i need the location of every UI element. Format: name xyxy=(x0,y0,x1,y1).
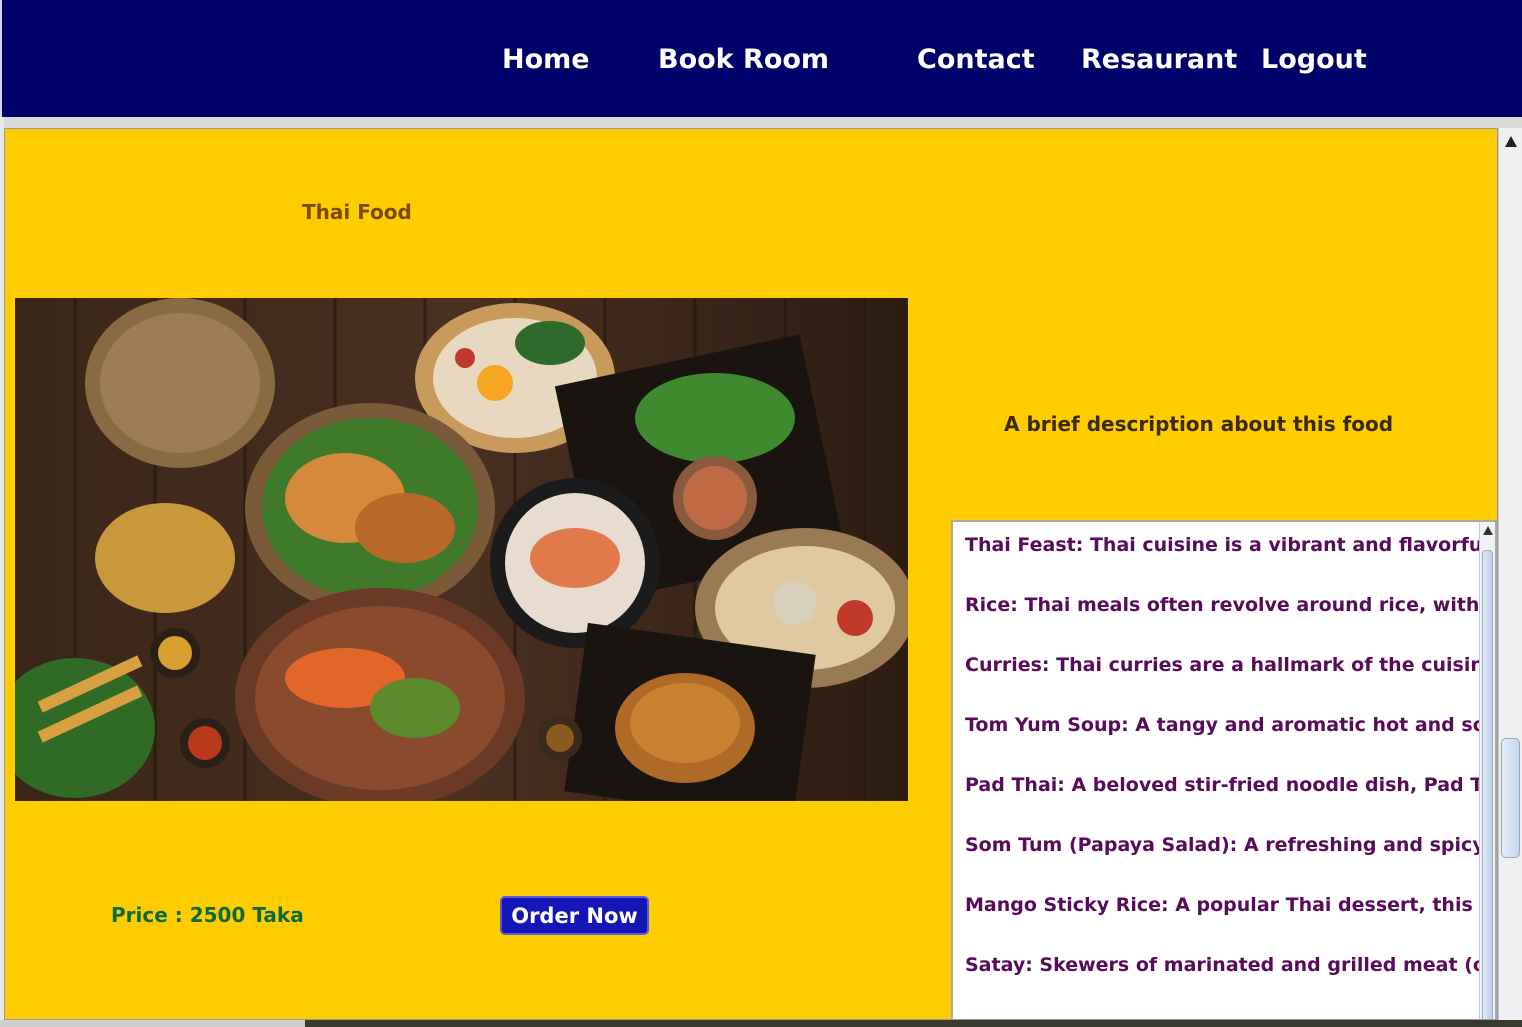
description-heading: A brief description about this food xyxy=(1004,412,1394,436)
description-line: Thai Feast: Thai cuisine is a vibrant an… xyxy=(965,534,1485,556)
food-title: Thai Food xyxy=(302,200,412,224)
order-now-button[interactable]: Order Now xyxy=(500,896,649,935)
description-line: Tom Yum Soup: A tangy and aromatic hot a… xyxy=(965,714,1485,736)
nav-book-room-link[interactable]: Book Room xyxy=(658,44,829,75)
description-line: Som Tum (Papaya Salad): A refreshing and… xyxy=(965,834,1485,856)
scroll-up-arrow-icon[interactable] xyxy=(1505,136,1517,147)
description-line: Rice: Thai meals often revolve around ri… xyxy=(965,594,1485,616)
scroll-up-arrow-icon[interactable] xyxy=(1483,526,1493,535)
description-lines: Thai Feast: Thai cuisine is a vibrant an… xyxy=(965,534,1485,1014)
nav-logout-link[interactable]: Logout xyxy=(1261,44,1367,75)
nav-home-link[interactable]: Home xyxy=(502,44,590,75)
page-scrollbar[interactable] xyxy=(1498,128,1522,1020)
description-scroll-thumb[interactable] xyxy=(1482,550,1493,1019)
description-line: Curries: Thai curries are a hallmark of … xyxy=(965,654,1485,676)
nav-contact-link[interactable]: Contact xyxy=(917,44,1035,75)
nav-restaurant-link[interactable]: Resaurant xyxy=(1081,44,1237,75)
description-line: Pad Thai: A beloved stir-fried noodle di… xyxy=(965,774,1485,796)
price-label: Price : 2500 Taka xyxy=(111,903,304,927)
page-scroll-thumb[interactable] xyxy=(1501,738,1520,858)
thai-food-platter-image xyxy=(15,298,908,801)
description-scrollbar[interactable] xyxy=(1479,522,1495,1019)
description-line: Satay: Skewers of marinated and grilled … xyxy=(965,954,1485,976)
food-detail-panel: Thai Food A brief description about this… xyxy=(4,128,1498,1020)
taskbar-strip-left xyxy=(0,1020,305,1027)
description-textarea[interactable]: Thai Feast: Thai cuisine is a vibrant an… xyxy=(951,520,1497,1019)
description-line: Mango Sticky Rice: A popular Thai desser… xyxy=(965,894,1485,916)
top-navbar: Home Book Room Contact Resaurant Logout xyxy=(2,0,1522,117)
